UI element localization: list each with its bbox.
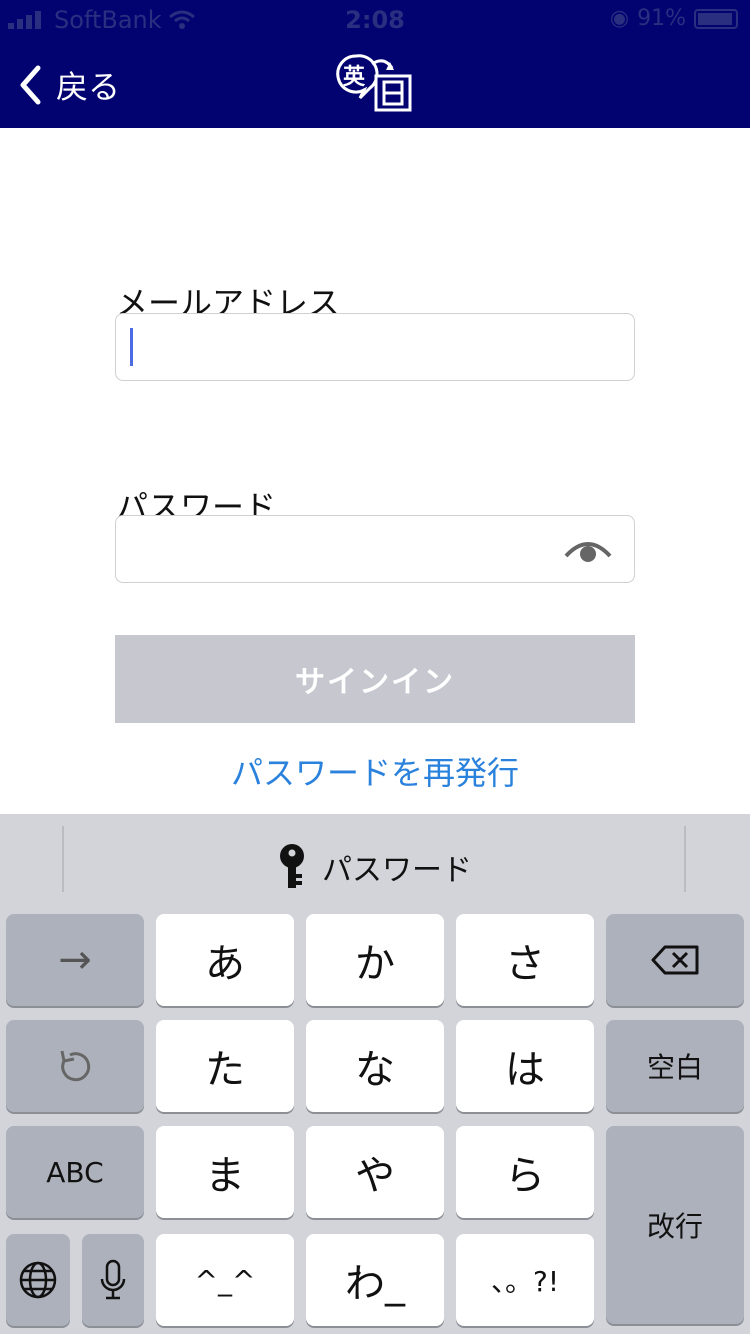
lock-rotation-icon: ◉ bbox=[609, 6, 630, 31]
status-bar: SoftBank 2:08 ◉ 91% bbox=[0, 0, 750, 40]
app-logo-icon: 英 bbox=[336, 54, 412, 112]
back-label: 戻る bbox=[56, 68, 121, 106]
key-wa[interactable]: わ_ bbox=[306, 1234, 444, 1326]
email-field[interactable] bbox=[115, 313, 635, 381]
key-ma[interactable]: ま bbox=[156, 1126, 294, 1218]
key-icon bbox=[280, 844, 304, 888]
key-na[interactable]: な bbox=[306, 1020, 444, 1112]
key-ha[interactable]: は bbox=[456, 1020, 594, 1112]
punctuation-key[interactable]: 、。?! bbox=[456, 1234, 594, 1326]
next-char-key[interactable]: → bbox=[6, 914, 144, 1006]
battery-percent: 91% bbox=[637, 6, 686, 31]
delete-key[interactable] bbox=[606, 914, 744, 1006]
mic-key[interactable] bbox=[82, 1234, 144, 1326]
top-bar: SoftBank 2:08 ◉ 91% 戻る 英 bbox=[0, 0, 750, 128]
globe-icon bbox=[19, 1261, 57, 1299]
abc-key[interactable]: ABC bbox=[6, 1126, 144, 1218]
microphone-icon bbox=[100, 1259, 126, 1300]
return-key[interactable]: 改行 bbox=[606, 1126, 744, 1324]
text-caret bbox=[130, 328, 133, 366]
password-suggestion[interactable]: パスワード bbox=[0, 844, 750, 890]
key-ra[interactable]: ら bbox=[456, 1126, 594, 1218]
keyboard: パスワード → あ か さ た な は 空白 ABC ま や ら 改行 ^_^ … bbox=[0, 814, 750, 1334]
emoticon-key[interactable]: ^_^ bbox=[156, 1234, 294, 1326]
battery-icon bbox=[694, 8, 738, 29]
key-a[interactable]: あ bbox=[156, 914, 294, 1006]
battery-info: ◉ 91% bbox=[610, 6, 738, 31]
chevron-left-icon bbox=[20, 65, 41, 105]
suggestion-label: パスワード bbox=[322, 853, 472, 888]
eye-icon[interactable] bbox=[564, 536, 612, 566]
backspace-icon bbox=[651, 945, 699, 975]
undo-icon bbox=[60, 1050, 91, 1082]
key-ya[interactable]: や bbox=[306, 1126, 444, 1218]
password-field[interactable] bbox=[115, 515, 635, 583]
suggestion-bar: パスワード bbox=[0, 814, 750, 908]
space-key[interactable]: 空白 bbox=[606, 1020, 744, 1112]
reissue-password-link[interactable]: パスワードを再発行 bbox=[0, 748, 750, 794]
key-ta[interactable]: た bbox=[156, 1020, 294, 1112]
logo-glyph-ei: 英 bbox=[343, 65, 366, 90]
signin-button[interactable]: サインイン bbox=[115, 635, 635, 723]
globe-key[interactable] bbox=[6, 1234, 70, 1326]
undo-key[interactable] bbox=[6, 1020, 144, 1112]
key-sa[interactable]: さ bbox=[456, 914, 594, 1006]
back-button[interactable]: 戻る bbox=[18, 62, 120, 108]
key-ka[interactable]: か bbox=[306, 914, 444, 1006]
